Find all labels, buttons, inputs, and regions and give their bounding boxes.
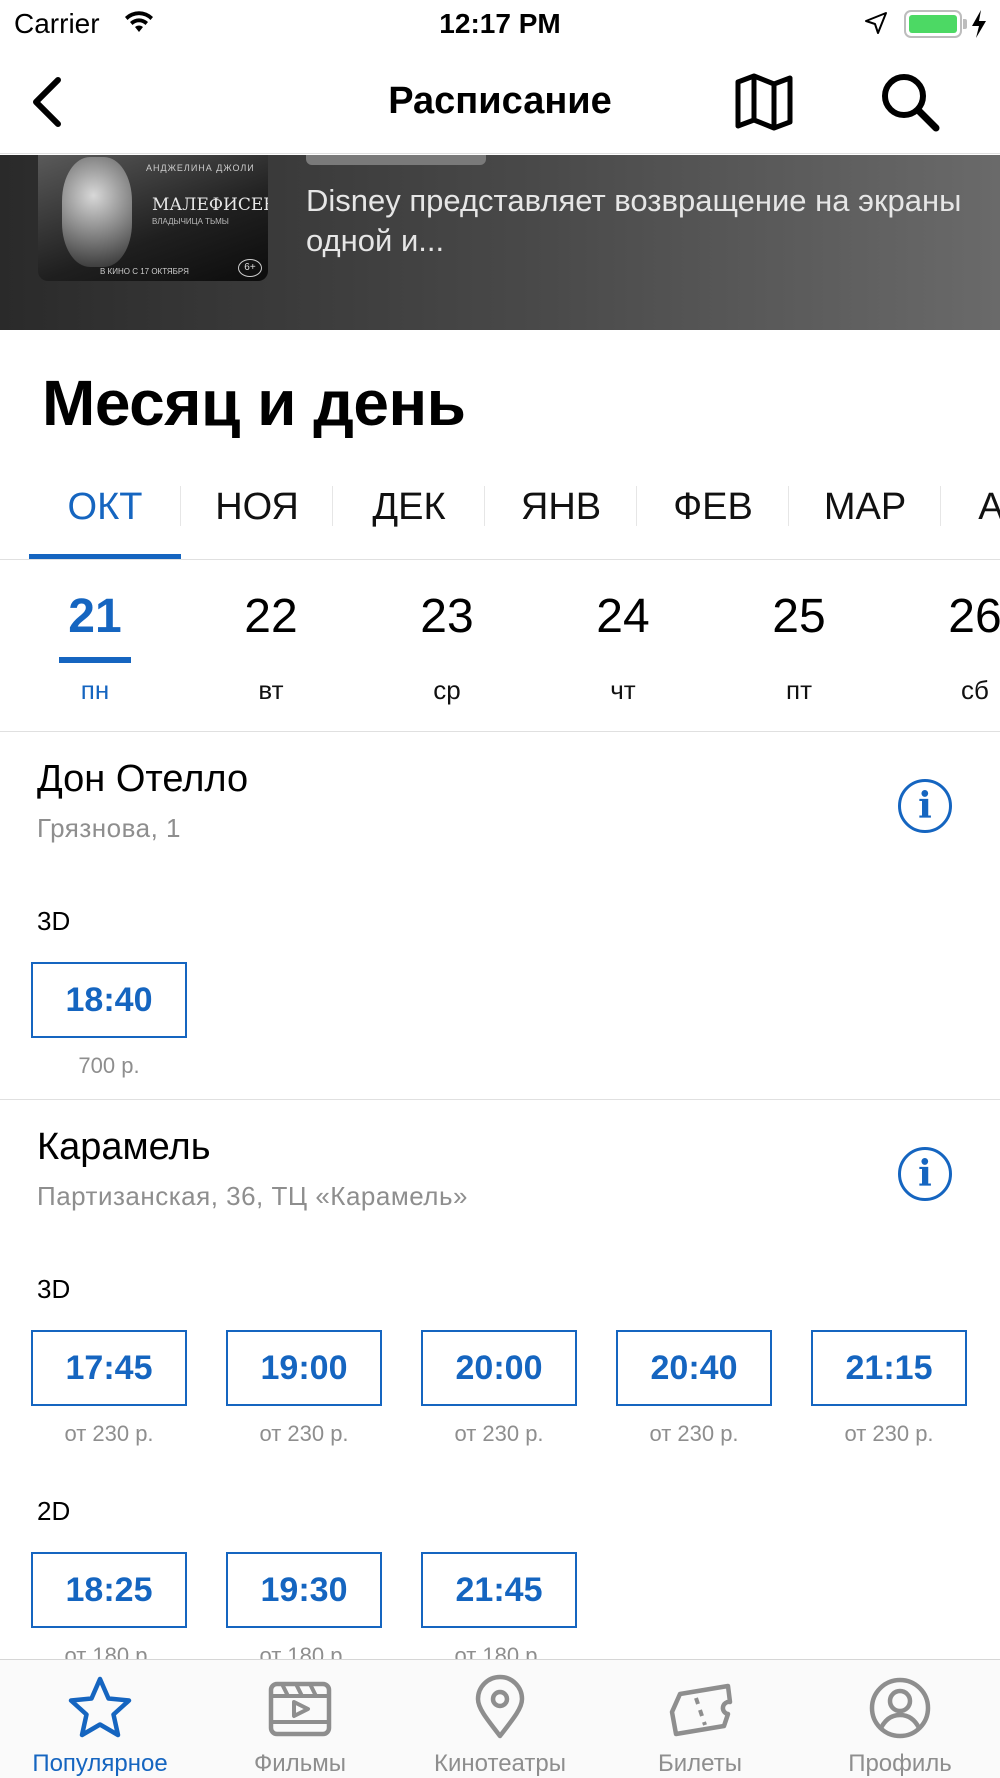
charging-bolt-icon: [970, 9, 988, 44]
tab-label: Билеты: [658, 1750, 742, 1777]
day-weekday: пн: [80, 675, 110, 705]
format-label: 3D: [37, 906, 71, 936]
battery-icon: [904, 10, 962, 38]
tab-month-mar[interactable]: МАР: [789, 470, 941, 559]
session-price: от 230 р.: [844, 1421, 934, 1446]
star-icon: [68, 1676, 132, 1738]
tab-month-jan[interactable]: ЯНВ: [485, 470, 637, 559]
film-icon: [268, 1681, 332, 1737]
page-title: Расписание: [388, 80, 612, 122]
session-time-button[interactable]: 21:45: [421, 1552, 577, 1628]
poster-actor: АНДЖЕЛИНА ДЖОЛИ: [146, 163, 255, 173]
tab-profile[interactable]: Профиль: [800, 1660, 1000, 1778]
cinema-info-button[interactable]: i: [898, 779, 952, 833]
tab-month-apr[interactable]: АПР: [941, 470, 1000, 559]
banner-description: Disney представляет возвращение на экран…: [306, 183, 962, 258]
session-time-button[interactable]: 21:15: [811, 1330, 967, 1406]
poster-subtitle: ВЛАДЫЧИЦА ТЬМЫ: [152, 217, 229, 226]
day-weekday: ср: [433, 675, 461, 705]
cinema-name[interactable]: Дон Отелло: [37, 758, 248, 801]
session-time-button[interactable]: 18:25: [31, 1552, 187, 1628]
cinema-name[interactable]: Карамель: [37, 1126, 211, 1169]
movie-poster: АНДЖЕЛИНА ДЖОЛИ МАЛЕФИСЕНТА ВЛАДЫЧИЦА ТЬ…: [38, 155, 268, 281]
tab-month-feb[interactable]: ФЕВ: [637, 470, 789, 559]
section-title: Месяц и день: [42, 367, 466, 439]
day-number: 21: [68, 590, 122, 643]
month-selector: ОКТ НОЯ ДЕК ЯНВ ФЕВ МАР АПР: [0, 470, 1000, 560]
day-number: 24: [596, 590, 650, 643]
tab-label: Профиль: [848, 1750, 952, 1777]
session-price: от 230 р.: [259, 1421, 349, 1446]
cinema-address: Партизанская, 36, ТЦ «Карамель»: [37, 1181, 468, 1211]
ticket-icon: [669, 1683, 733, 1737]
poster-art: [62, 157, 132, 267]
divider: [0, 1099, 1000, 1100]
session-time-button[interactable]: 20:40: [616, 1330, 772, 1406]
format-label: 3D: [37, 1274, 71, 1304]
info-icon: i: [918, 785, 932, 827]
cinema-info-button[interactable]: i: [898, 1147, 952, 1201]
session-price: от 230 р.: [64, 1421, 154, 1446]
status-time: 12:17 PM: [439, 8, 561, 39]
day-number: 26: [948, 590, 1000, 643]
location-pin-icon: [475, 1674, 525, 1739]
tab-label: Фильмы: [254, 1750, 346, 1777]
tab-popular[interactable]: Популярное: [0, 1660, 200, 1778]
profile-icon: [869, 1677, 931, 1739]
poster-release: В КИНО С 17 ОКТЯБРЯ: [100, 267, 189, 276]
cinema-address: Грязнова, 1: [37, 813, 181, 843]
session-price: от 230 р.: [454, 1421, 544, 1446]
map-button[interactable]: [732, 72, 796, 132]
format-label: 2D: [37, 1496, 71, 1526]
day-selector: 21 пн 22 вт 23 ср 24 чт 25 пт 26 сб: [0, 561, 1000, 732]
session-time-button[interactable]: 19:30: [226, 1552, 382, 1628]
session-price: 700 р.: [78, 1053, 140, 1078]
location-arrow-icon: [864, 11, 888, 40]
featured-movie-banner[interactable]: АНДЖЕЛИНА ДЖОЛИ МАЛЕФИСЕНТА ВЛАДЫЧИЦА ТЬ…: [0, 155, 1000, 330]
poster-age-rating: 6+: [238, 259, 262, 277]
tab-cinemas[interactable]: Кинотеатры: [400, 1660, 600, 1778]
session-time-button[interactable]: 18:40: [31, 962, 187, 1038]
tab-label: Популярное: [32, 1750, 168, 1777]
banner-tag: [306, 155, 486, 165]
tab-label: Кинотеатры: [434, 1750, 566, 1777]
session-time-button[interactable]: 20:00: [421, 1330, 577, 1406]
search-button[interactable]: [878, 70, 942, 134]
poster-title: МАЛЕФИСЕНТА: [152, 195, 268, 215]
day-weekday: сб: [961, 675, 989, 705]
tab-tickets[interactable]: Билеты: [600, 1660, 800, 1778]
session-time-button[interactable]: 19:00: [226, 1330, 382, 1406]
day-weekday: пт: [786, 675, 812, 705]
info-icon: i: [918, 1153, 932, 1195]
tab-films[interactable]: Фильмы: [200, 1660, 400, 1778]
tab-month-oct[interactable]: ОКТ: [29, 470, 181, 559]
navigation-bar: Расписание: [0, 50, 1000, 154]
session-time-button[interactable]: 17:45: [31, 1330, 187, 1406]
map-icon: [735, 73, 793, 131]
day-number: 23: [420, 590, 474, 643]
search-icon: [882, 74, 940, 132]
bottom-tab-bar: Популярное Фильмы Кинотеатры Билеты Проф…: [0, 1659, 1000, 1778]
battery-tip: [963, 19, 967, 29]
day-number: 25: [772, 590, 826, 643]
session-price: от 230 р.: [649, 1421, 739, 1446]
tab-month-dec[interactable]: ДЕК: [333, 470, 485, 559]
day-number: 22: [244, 590, 298, 643]
day-selected-indicator: [59, 657, 131, 663]
tab-month-nov[interactable]: НОЯ: [181, 470, 333, 559]
day-weekday: вт: [258, 675, 284, 705]
status-bar: Carrier 12:17 PM: [0, 0, 1000, 50]
day-weekday: чт: [610, 675, 636, 705]
